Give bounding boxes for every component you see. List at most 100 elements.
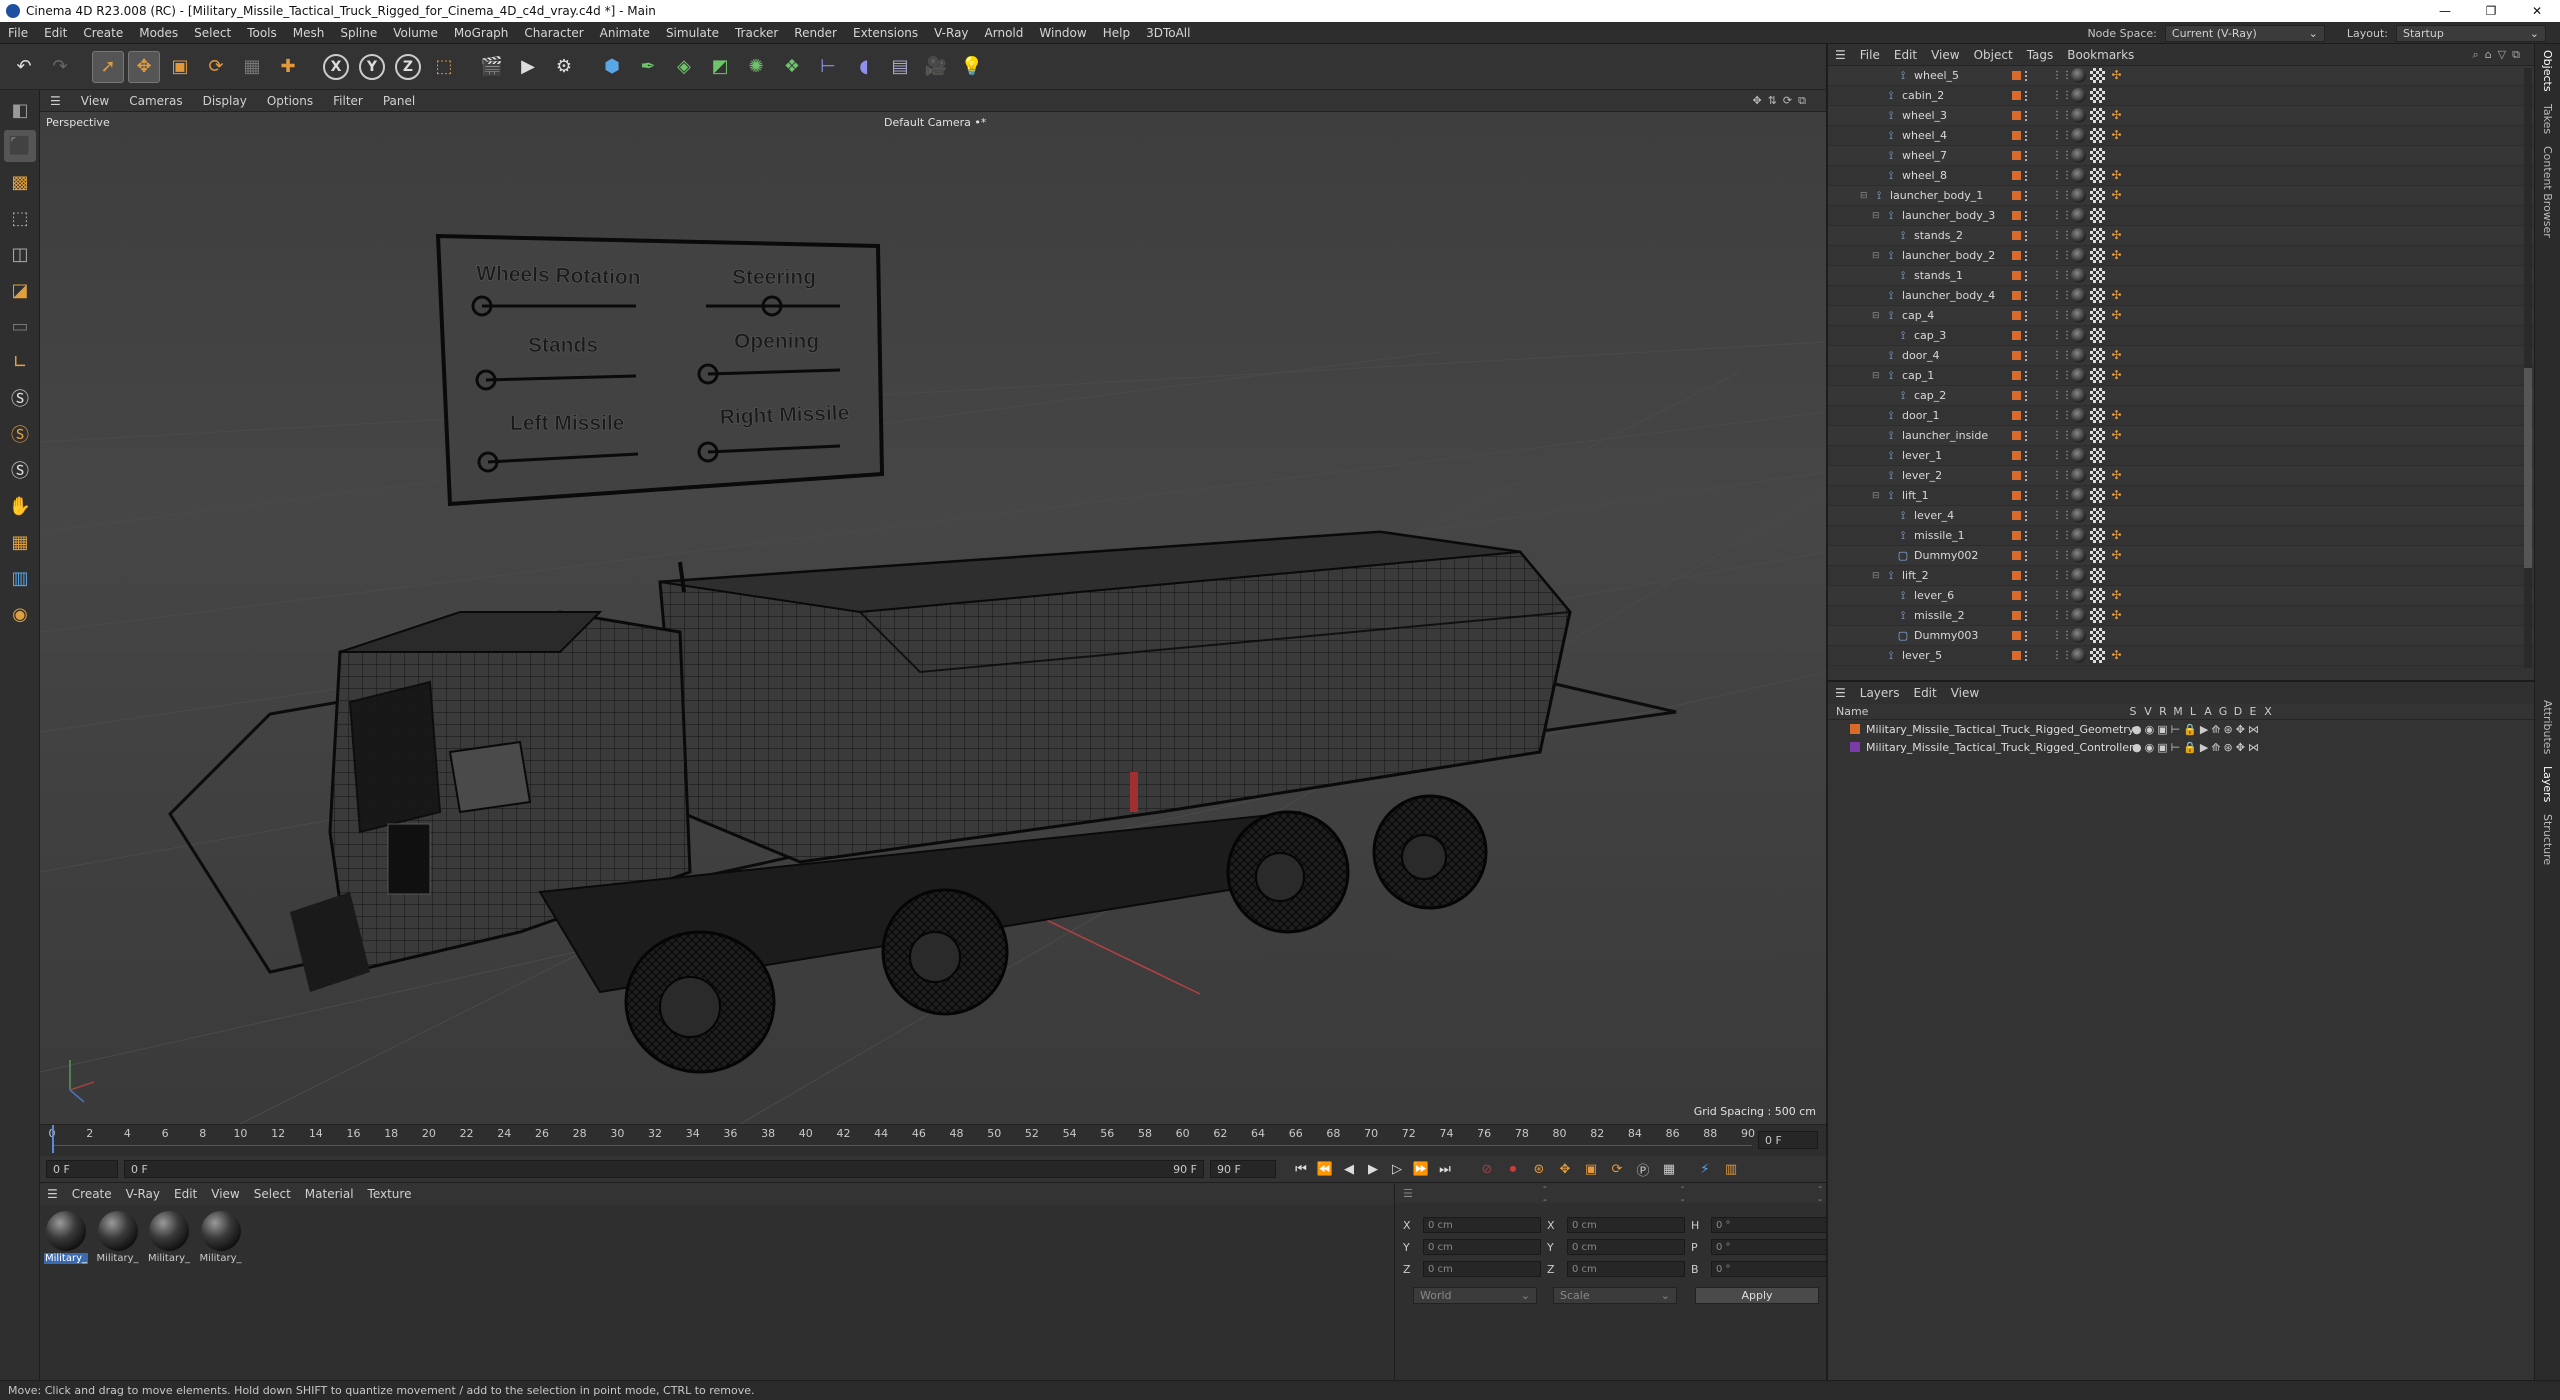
- vertex-tag-icon[interactable]: ⋮⋮: [2052, 128, 2072, 143]
- size-mode-dropdown[interactable]: Scale ⌄: [1553, 1287, 1677, 1304]
- maximize-button[interactable]: ❐: [2468, 0, 2514, 22]
- object-name[interactable]: stands_2: [1914, 229, 1963, 242]
- texture-tag-icon[interactable]: [2090, 68, 2105, 83]
- render-settings-button[interactable]: ⚙: [548, 51, 580, 83]
- vertex-tag-icon[interactable]: ⋮⋮: [2052, 568, 2072, 583]
- goto-end-button[interactable]: ⏭: [1434, 1158, 1456, 1180]
- object-scrollbar-thumb[interactable]: [2524, 368, 2532, 568]
- material-tag-icon[interactable]: [2071, 568, 2086, 583]
- object-row[interactable]: ⟟ door_4 ⋮⋮ ✣: [1828, 346, 2534, 366]
- collapse-toggle-icon[interactable]: ⊟: [1872, 311, 1880, 321]
- menu-volume[interactable]: Volume: [385, 26, 446, 40]
- layer-color-swatch[interactable]: [1850, 742, 1860, 752]
- visibility-dots-icon[interactable]: [2025, 190, 2029, 201]
- x-axis-lock-button[interactable]: X: [320, 51, 352, 83]
- layer-color-square[interactable]: [2012, 551, 2021, 560]
- layer-color-square[interactable]: [2012, 291, 2021, 300]
- collapse-toggle-icon[interactable]: ⊟: [1872, 371, 1880, 381]
- texture-tag-icon[interactable]: [2090, 248, 2105, 263]
- object-name[interactable]: door_4: [1902, 349, 1939, 362]
- visibility-dots-icon[interactable]: [2025, 410, 2029, 421]
- layer-color-square[interactable]: [2012, 251, 2021, 260]
- layer-flag-icons[interactable]: ●◉▣⊢🔒▶⟰⊛✥⋈: [2132, 741, 2262, 754]
- material-tag-icon[interactable]: [2071, 228, 2086, 243]
- visibility-dots-icon[interactable]: [2025, 570, 2029, 581]
- point-mode-button[interactable]: ⬚: [4, 202, 36, 234]
- material-tag-icon[interactable]: [2071, 148, 2086, 163]
- render-view-button[interactable]: 🎬: [476, 51, 508, 83]
- cube-object-button[interactable]: ⬢: [596, 51, 628, 83]
- vertex-tag-icon[interactable]: ⋮⋮: [2052, 88, 2072, 103]
- key-position-button[interactable]: ✥: [1554, 1158, 1576, 1180]
- texture-tag-icon[interactable]: [2090, 88, 2105, 103]
- collapse-toggle-icon[interactable]: ⊟: [1872, 211, 1880, 221]
- texture-tag-icon[interactable]: [2090, 268, 2105, 283]
- dock-tab-structure[interactable]: Structure: [2541, 808, 2554, 871]
- playhead[interactable]: [52, 1125, 54, 1153]
- collapse-toggle-icon[interactable]: ⊟: [1872, 571, 1880, 581]
- layer-flag-icons[interactable]: ●◉▣⊢🔒▶⟰⊛✥⋈: [2132, 723, 2262, 736]
- vertex-tag-icon[interactable]: ⋮⋮: [2052, 528, 2072, 543]
- object-row[interactable]: ⊟ ⟟ launcher_body_2 ⋮⋮ ✣: [1828, 246, 2534, 266]
- object-row[interactable]: ▢ Dummy003 ⋮⋮: [1828, 626, 2534, 646]
- material-tag-icon[interactable]: [2071, 88, 2086, 103]
- visibility-dots-icon[interactable]: [2025, 150, 2029, 161]
- pos-x-field[interactable]: 0 cm: [1423, 1217, 1541, 1233]
- object-name[interactable]: missile_1: [1914, 529, 1965, 542]
- object-name[interactable]: lever_5: [1902, 649, 1942, 662]
- mograph-cloner-button[interactable]: ✺: [740, 51, 772, 83]
- layer-color-square[interactable]: [2012, 471, 2021, 480]
- menu-simulate[interactable]: Simulate: [658, 26, 727, 40]
- texture-tag-icon[interactable]: [2090, 328, 2105, 343]
- texture-tag-icon[interactable]: [2090, 348, 2105, 363]
- texture-tag-icon[interactable]: [2090, 128, 2105, 143]
- layer-color-square[interactable]: [2012, 151, 2021, 160]
- viewport-menu-filter[interactable]: Filter: [323, 94, 373, 108]
- layer-color-square[interactable]: [2012, 231, 2021, 240]
- object-row[interactable]: ⟟ wheel_7 ⋮⋮: [1828, 146, 2534, 166]
- object-name[interactable]: wheel_4: [1902, 129, 1947, 142]
- layer-flag-header[interactable]: R: [2158, 705, 2168, 718]
- xpresso-tag-icon[interactable]: ✣: [2109, 248, 2124, 263]
- material-tag-icon[interactable]: [2071, 328, 2086, 343]
- object-name[interactable]: lift_1: [1902, 489, 1929, 502]
- coordinate-system-button[interactable]: ⬚: [428, 51, 460, 83]
- menu-file[interactable]: File: [0, 26, 36, 40]
- record-keys-button[interactable]: ⊘: [1476, 1158, 1498, 1180]
- texture-tag-icon[interactable]: [2090, 168, 2105, 183]
- autokey-button[interactable]: ⏺: [1502, 1158, 1524, 1180]
- object-row[interactable]: ⟟ wheel_5 ⋮⋮ ✣: [1828, 66, 2534, 86]
- texture-tag-icon[interactable]: [2090, 308, 2105, 323]
- xpresso-tag-icon[interactable]: ✣: [2109, 188, 2124, 203]
- material-menu-view[interactable]: View: [204, 1187, 246, 1201]
- material-tag-icon[interactable]: [2071, 488, 2086, 503]
- viewport-nav-icons[interactable]: ✥⇅⟳⧉: [1752, 94, 1812, 108]
- menu-window[interactable]: Window: [1031, 26, 1094, 40]
- visibility-dots-icon[interactable]: [2025, 370, 2029, 381]
- xpresso-tag-icon[interactable]: ✣: [2109, 368, 2124, 383]
- object-name[interactable]: wheel_3: [1902, 109, 1947, 122]
- vertex-tag-icon[interactable]: ⋮⋮: [2052, 148, 2072, 163]
- vertex-tag-icon[interactable]: ⋮⋮: [2052, 648, 2072, 663]
- object-name[interactable]: missile_2: [1914, 609, 1965, 622]
- xpresso-tag-icon[interactable]: ✣: [2109, 68, 2124, 83]
- layer-color-square[interactable]: [2012, 391, 2021, 400]
- object-row[interactable]: ⊟ ⟟ launcher_body_1 ⋮⋮ ✣: [1828, 186, 2534, 206]
- texture-mode-button[interactable]: ▩: [4, 166, 36, 198]
- prev-frame-button[interactable]: ◀: [1338, 1158, 1360, 1180]
- material-tag-icon[interactable]: [2071, 548, 2086, 563]
- xpresso-tag-icon[interactable]: ✣: [2109, 648, 2124, 663]
- keyframe-selection-button[interactable]: ⊛: [1528, 1158, 1550, 1180]
- vertex-tag-icon[interactable]: ⋮⋮: [2052, 548, 2072, 563]
- object-name[interactable]: lever_4: [1914, 509, 1954, 522]
- object-name[interactable]: Dummy002: [1914, 549, 1978, 562]
- material-tag-icon[interactable]: [2071, 508, 2086, 523]
- object-name[interactable]: cap_1: [1902, 369, 1934, 382]
- menu-mograph[interactable]: MoGraph: [446, 26, 517, 40]
- xpresso-tag-icon[interactable]: ✣: [2109, 408, 2124, 423]
- material-swatch[interactable]: Military_: [199, 1211, 243, 1264]
- visibility-dots-icon[interactable]: [2025, 610, 2029, 621]
- object-row[interactable]: ⟟ missile_1 ⋮⋮ ✣: [1828, 526, 2534, 546]
- layer-flag-header[interactable]: X: [2263, 705, 2273, 718]
- material-tag-icon[interactable]: [2071, 368, 2086, 383]
